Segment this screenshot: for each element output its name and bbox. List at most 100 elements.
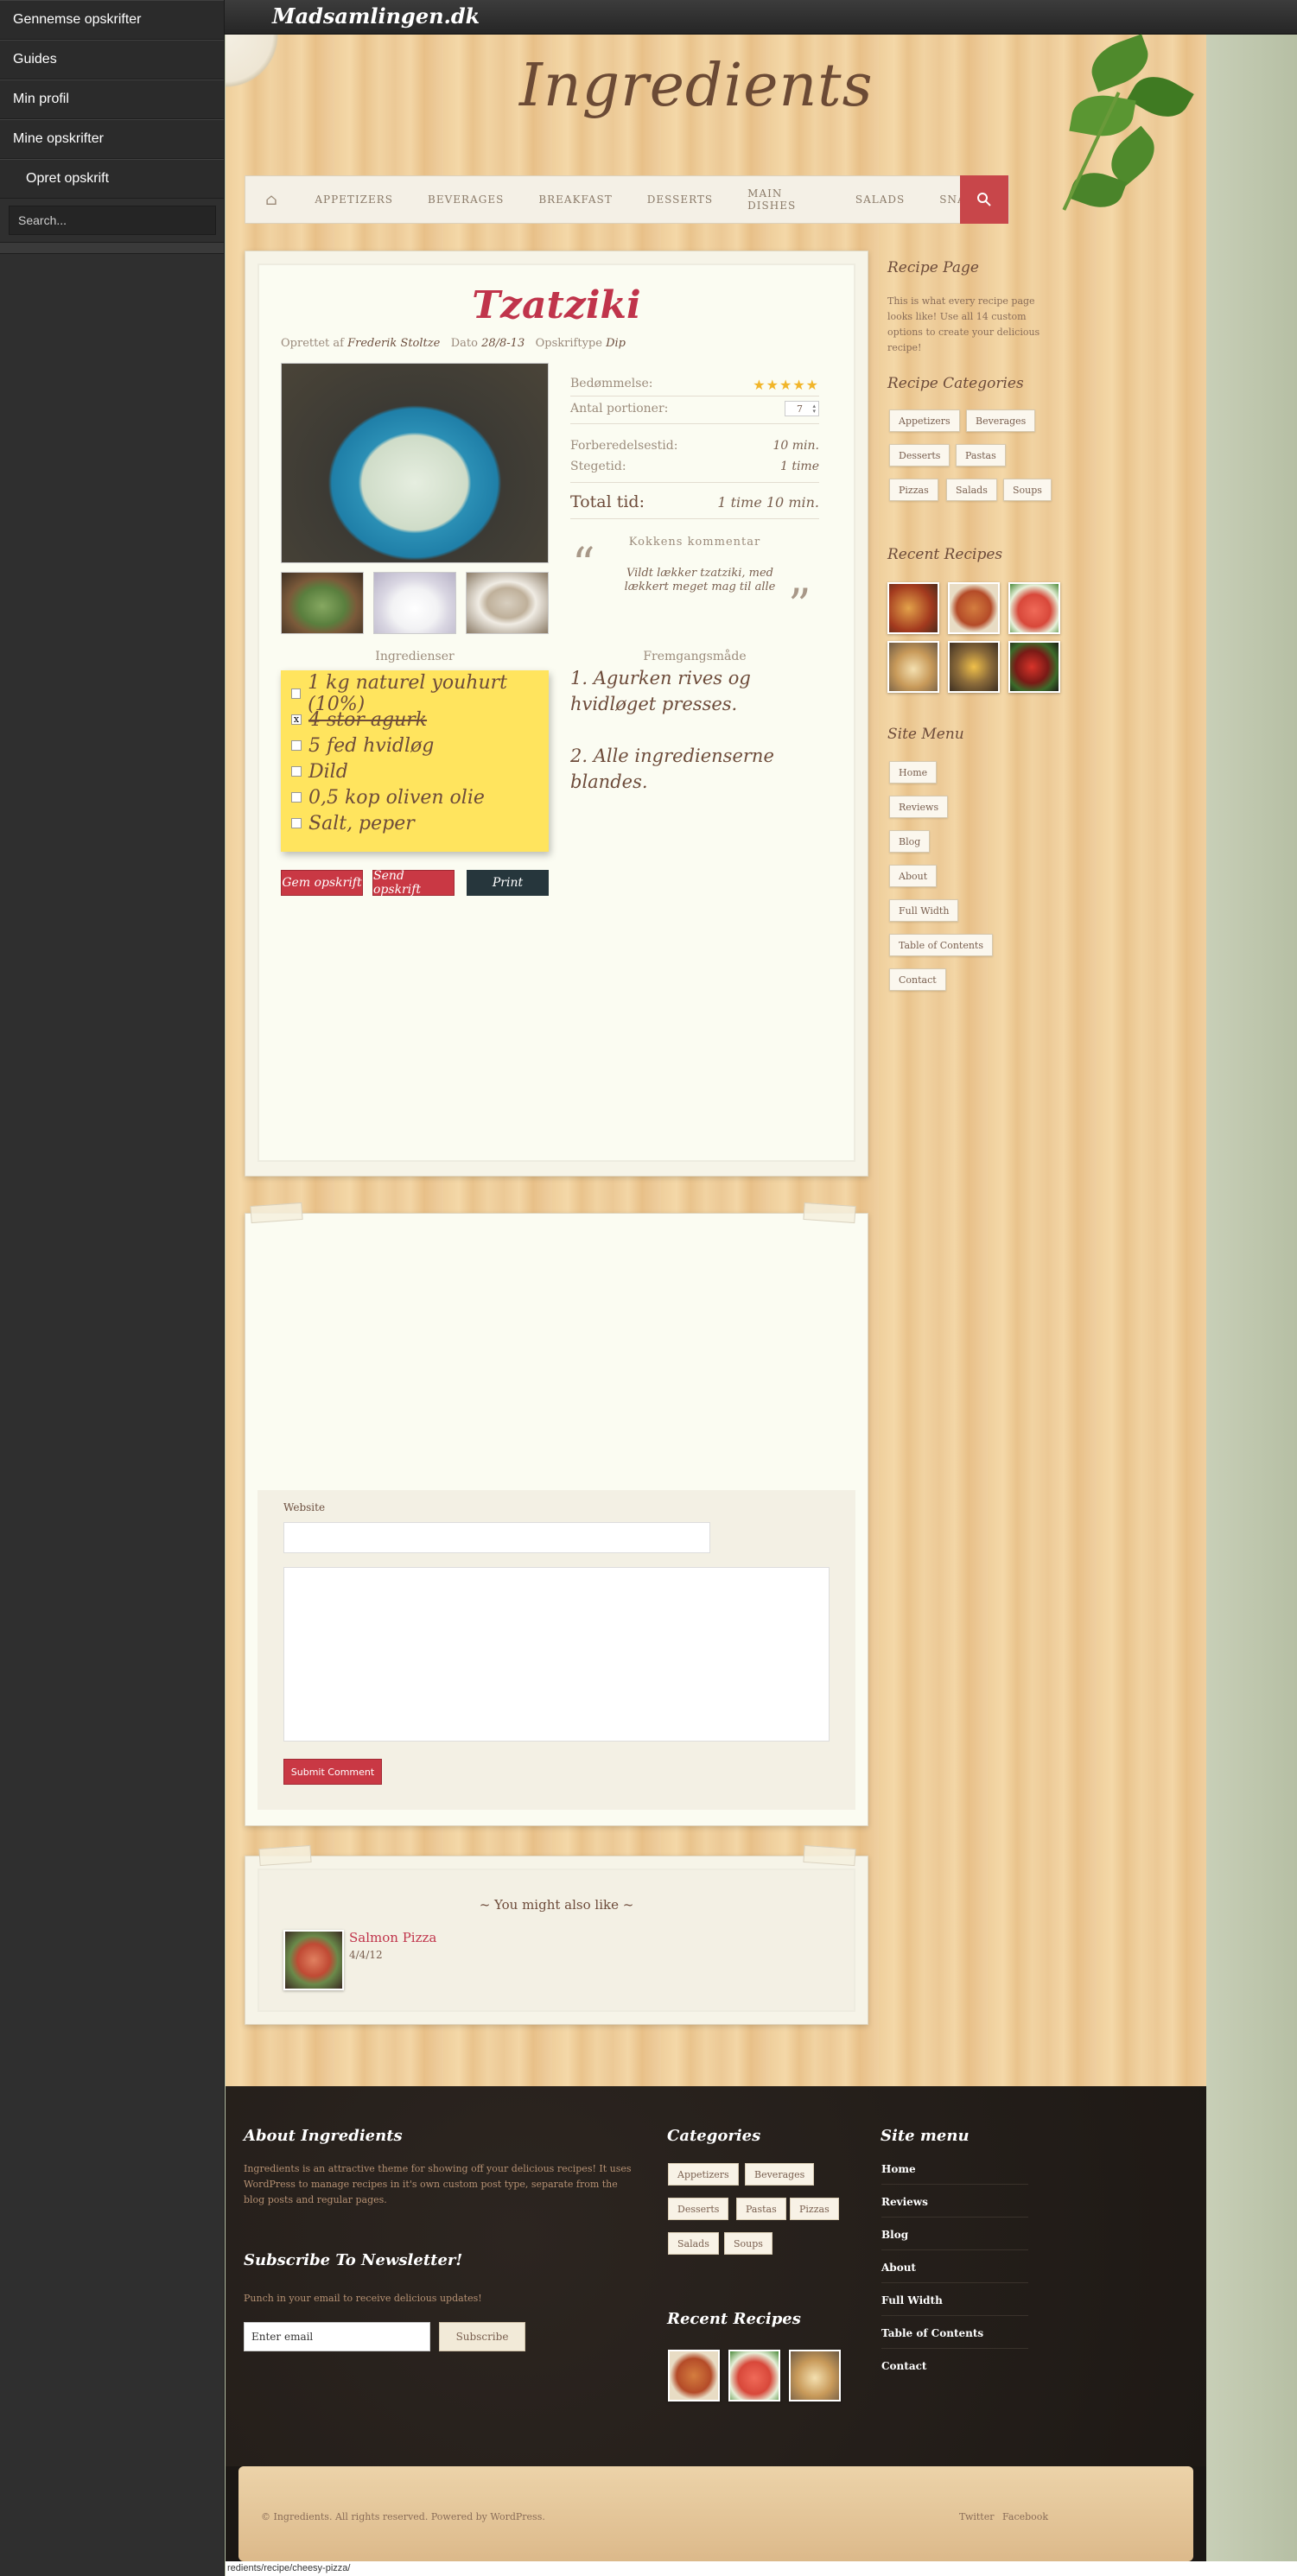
servings-stepper[interactable]: 7 ▴ ▾	[785, 401, 819, 416]
stepper-arrows-icon[interactable]: ▴ ▾	[812, 403, 816, 415]
ingredient-checkbox[interactable]	[291, 818, 302, 828]
facebook-link[interactable]: Facebook	[1002, 2511, 1048, 2522]
site-menu-home[interactable]: Home	[889, 761, 938, 784]
category-tag[interactable]: Soups	[1003, 479, 1052, 501]
tape-decoration	[250, 1202, 303, 1224]
parsley-decoration	[1038, 34, 1206, 233]
recent-recipe-thumb[interactable]	[887, 582, 939, 634]
home-icon[interactable]: ⌂	[245, 191, 297, 209]
category-tag[interactable]: Salads	[946, 479, 997, 501]
sidebar-item-guides[interactable]: Guides	[0, 40, 224, 79]
footer-recent-thumb[interactable]	[728, 2350, 780, 2402]
nav-item-breakfast[interactable]: BREAKFAST	[538, 194, 612, 206]
footer-category-tag[interactable]: Soups	[724, 2232, 772, 2255]
divider	[570, 518, 819, 519]
related-thumb[interactable]	[283, 1930, 344, 1990]
recent-recipe-thumb[interactable]	[948, 582, 1000, 634]
footer-category-tag[interactable]: Appetizers	[668, 2163, 739, 2186]
submit-comment-button[interactable]: Submit Comment	[283, 1759, 382, 1785]
footer-menu-home[interactable]: Home	[881, 2163, 1028, 2185]
footer-category-tag[interactable]: Beverages	[745, 2163, 815, 2186]
site-sidebar: Gennemse opskrifter Guides Min profil Mi…	[0, 0, 225, 2576]
footer-menu-full-width[interactable]: Full Width	[881, 2294, 1028, 2316]
site-menu-about[interactable]: About	[889, 865, 938, 887]
newsletter-email-input[interactable]: Enter email	[244, 2322, 430, 2351]
nav-item-salads[interactable]: SALADS	[855, 194, 905, 206]
ingredients-label: Ingredienser	[375, 650, 455, 663]
footer-recent-thumb[interactable]	[789, 2350, 841, 2402]
sidebar-item-my-recipes[interactable]: Mine opskrifter	[0, 119, 224, 159]
meta-author[interactable]: Frederik Stoltze	[347, 337, 440, 350]
site-menu-toc[interactable]: Table of Contents	[889, 934, 994, 956]
recent-recipe-thumb[interactable]	[1008, 641, 1060, 693]
ingredient-checkbox[interactable]	[291, 766, 302, 777]
recent-recipe-thumb[interactable]	[948, 641, 1000, 693]
category-tag[interactable]: Pastas	[956, 444, 1006, 466]
nav-item-appetizers[interactable]: APPETIZERS	[315, 194, 393, 206]
footer-menu-contact[interactable]: Contact	[881, 2360, 1028, 2381]
category-tag[interactable]: Beverages	[966, 409, 1036, 432]
ingredient-item[interactable]: Dild	[281, 758, 549, 784]
footer-newsletter-text: Punch in your email to receive delicious…	[244, 2293, 482, 2304]
rating-row: Bedømmelse: ★★★★★	[570, 377, 819, 393]
related-item-title[interactable]: Salmon Pizza	[349, 1930, 436, 1945]
footer-menu-blog[interactable]: Blog	[881, 2229, 1028, 2250]
nav-item-desserts[interactable]: DESSERTS	[647, 194, 713, 206]
prep-row: Forberedelsestid: 10 min.	[570, 439, 819, 453]
site-menu-contact[interactable]: Contact	[889, 968, 946, 991]
footer-category-tag[interactable]: Desserts	[668, 2198, 729, 2220]
footer-category-tag[interactable]: Pastas	[736, 2198, 786, 2220]
footer-menu-reviews[interactable]: Reviews	[881, 2196, 1028, 2218]
sidebar-item-profile[interactable]: Min profil	[0, 79, 224, 119]
save-recipe-button[interactable]: Gem opskrift	[281, 870, 363, 896]
site-menu-full-width[interactable]: Full Width	[889, 899, 959, 922]
nav-item-main-dishes[interactable]: MAIN DISHES	[747, 187, 821, 212]
recipe-thumb-bowl[interactable]	[466, 572, 549, 634]
total-row: Total tid: 1 time 10 min.	[570, 492, 819, 511]
ingredient-item[interactable]: 5 fed hvidløg	[281, 733, 549, 758]
subscribe-button[interactable]: Subscribe	[439, 2322, 525, 2351]
footer-category-tag[interactable]: Pizzas	[790, 2198, 839, 2220]
ingredient-checkbox[interactable]	[291, 688, 302, 699]
print-button[interactable]: Print	[467, 870, 549, 896]
site-logo[interactable]: Madsamlingen.dk	[272, 3, 480, 29]
rating-stars[interactable]: ★★★★★	[753, 377, 819, 393]
footer-menu-about[interactable]: About	[881, 2262, 1028, 2283]
sidebar-item-browse[interactable]: Gennemse opskrifter	[0, 0, 224, 40]
twitter-link[interactable]: Twitter	[959, 2511, 995, 2522]
search-icon[interactable]	[960, 175, 1008, 224]
ingredient-item[interactable]: 0,5 kop oliven olie	[281, 784, 549, 810]
footer-category-tag[interactable]: Salads	[668, 2232, 719, 2255]
category-tag[interactable]: Appetizers	[889, 409, 960, 432]
brand-logo[interactable]: Ingredients	[519, 52, 873, 120]
sidebar-item-create-recipe[interactable]: Opret opskrift	[0, 159, 224, 199]
recipe-thumb-cucumber[interactable]	[281, 572, 364, 634]
comment-textarea[interactable]	[283, 1567, 830, 1742]
ingredient-checkbox[interactable]: x	[291, 714, 302, 725]
send-recipe-button[interactable]: Send opskrift	[372, 869, 455, 897]
ingredient-item[interactable]: 1 kg naturel youhurt (10%)	[281, 672, 549, 715]
meta-created-label: Oprettet af	[281, 337, 344, 350]
recipe-thumb-yogurt[interactable]	[373, 572, 456, 634]
site-menu-blog[interactable]: Blog	[889, 830, 931, 853]
category-tag[interactable]: Pizzas	[889, 479, 938, 501]
servings-label: Antal portioner:	[570, 402, 669, 416]
nav-item-beverages[interactable]: BEVERAGES	[428, 194, 504, 206]
recipe-main-photo[interactable]	[281, 363, 549, 563]
meta-type[interactable]: Dip	[606, 337, 626, 350]
site-menu-reviews[interactable]: Reviews	[889, 796, 949, 818]
ingredient-item[interactable]: Salt, peper	[281, 810, 549, 836]
category-tag[interactable]: Desserts	[889, 444, 950, 466]
quote-open-icon: “	[572, 539, 595, 591]
sidebar-search-input[interactable]: Search...	[9, 206, 216, 235]
divider	[570, 482, 819, 483]
widget-title-site-menu: Site Menu	[887, 726, 964, 743]
footer-newsletter-title: Subscribe To Newsletter!	[244, 2251, 463, 2269]
ingredient-checkbox[interactable]	[291, 740, 302, 751]
ingredient-checkbox[interactable]	[291, 792, 302, 803]
footer-menu-toc[interactable]: Table of Contents	[881, 2327, 1028, 2349]
website-field[interactable]	[283, 1522, 710, 1553]
recent-recipe-thumb[interactable]	[1008, 582, 1060, 634]
footer-recent-thumb[interactable]	[668, 2350, 720, 2402]
recent-recipe-thumb[interactable]	[887, 641, 939, 693]
